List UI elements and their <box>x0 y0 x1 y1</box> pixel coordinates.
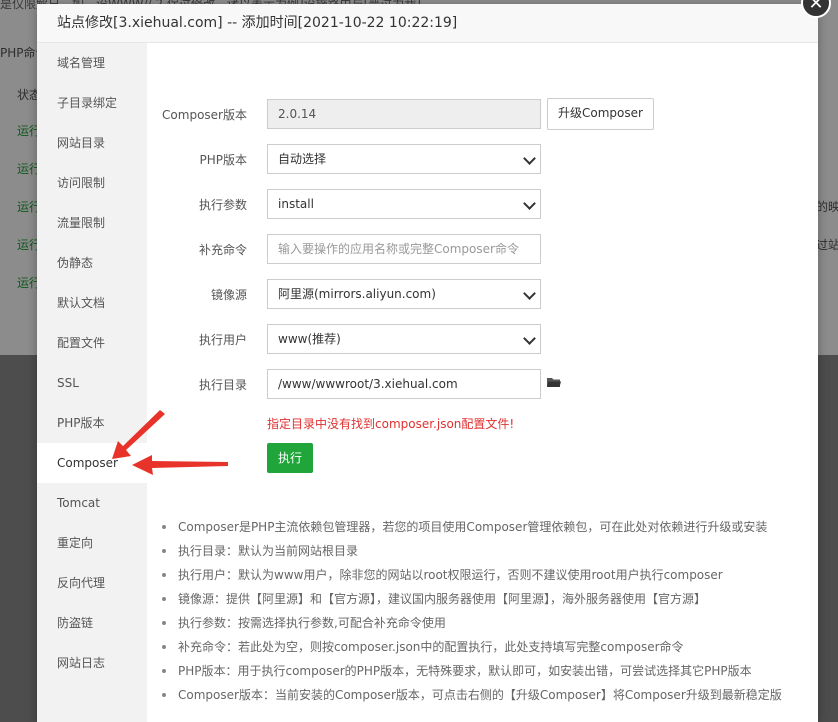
arrow-diagonal <box>112 410 165 459</box>
annotation-arrows <box>112 410 228 475</box>
arrow-horizontal <box>132 455 228 475</box>
